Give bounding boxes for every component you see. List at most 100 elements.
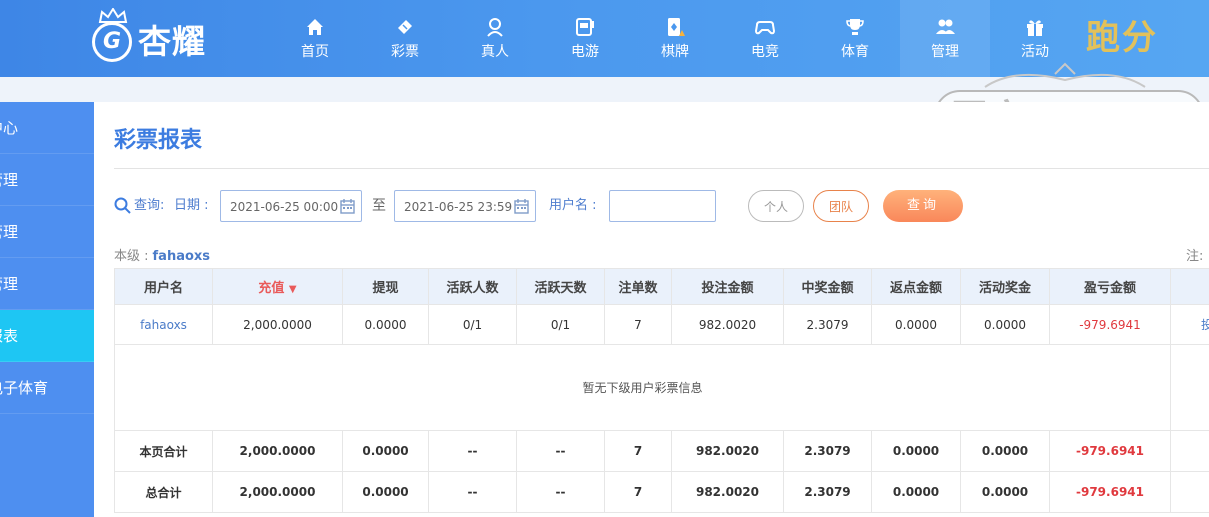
nav-manage-label: 管理 [931, 44, 959, 60]
column-header: 活跃人数 [428, 268, 517, 305]
sidebar-item-label: 管理 [0, 275, 19, 293]
filter-bar: 查询: 日期 : 2021-06-25 00:00 至 2021-06-25 2… [114, 190, 1209, 222]
home-icon [307, 19, 323, 35]
nav-slots-label: 电游 [571, 44, 599, 60]
table-cell: -- [428, 430, 517, 472]
table-cell: -- [516, 471, 605, 513]
sidebar-item-manage-1[interactable]: 管理 [0, 154, 94, 206]
column-header-sortable[interactable]: 充值 ▼ [212, 268, 343, 305]
team-button[interactable]: 团队 [813, 190, 869, 222]
column-header: 提现 [342, 268, 429, 305]
username-label: 用户名 : [549, 198, 597, 213]
column-header [1170, 268, 1209, 305]
cell-username-link[interactable]: fahaoxs [114, 304, 213, 345]
table-cell: 2.3079 [783, 430, 872, 472]
column-header: 注单数 [604, 268, 672, 305]
table-cell [1170, 430, 1209, 472]
table-cell: 0.0000 [871, 430, 961, 472]
nav-live[interactable]: 真人 [450, 0, 540, 77]
dealer-icon [487, 18, 503, 37]
nav-esports-label: 电竞 [751, 44, 779, 60]
username-input[interactable] [609, 190, 716, 222]
table-cell: 2,000.0000 [212, 304, 343, 345]
personal-button[interactable]: 个人 [748, 190, 804, 222]
column-header: 活跃天数 [516, 268, 605, 305]
sidebar-item-manage-2[interactable]: 管理 [0, 206, 94, 258]
page-total-row: 本页合计 2,000.0000 0.0000 -- -- 7 982.0020 … [114, 430, 1209, 472]
table-cell: -- [428, 471, 517, 513]
table-cell: 2,000.0000 [212, 430, 343, 472]
level-user-link[interactable]: fahaoxs [153, 249, 211, 264]
nav-live-label: 真人 [481, 44, 509, 60]
sidebar-item-report[interactable]: 报表 [0, 310, 94, 362]
table-cell: 0/1 [428, 304, 517, 345]
brand-side-mark: 跑分 [1086, 18, 1158, 58]
nav-sports[interactable]: 体育 [810, 0, 900, 77]
table-row: fahaoxs 2,000.0000 0.0000 0/1 0/1 7 982.… [114, 304, 1209, 345]
column-header: 盈亏金额 [1049, 268, 1171, 305]
main-content: 彩票报表 查询: 日期 : 2021-06-25 00:00 至 2021-06… [94, 102, 1209, 517]
nav-sports-label: 体育 [841, 44, 869, 60]
start-date-field[interactable]: 2021-06-25 00:00 [220, 190, 362, 222]
brand-logo[interactable]: G 杏耀 [92, 8, 242, 72]
title-divider [114, 168, 1209, 169]
start-date-value: 2021-06-25 00:00 [230, 200, 339, 214]
table-cell: 0.0000 [960, 471, 1050, 513]
poker-card-icon [668, 18, 685, 36]
empty-state-row: 暂无下级用户彩票信息 [114, 344, 1209, 431]
brand-mark: G [92, 22, 132, 62]
level-info: 本级 : fahaoxs [114, 245, 210, 264]
empty-message: 暂无下级用户彩票信息 [114, 344, 1171, 431]
gamepad-icon [754, 21, 776, 35]
sidebar-item-esports[interactable]: 电子体育 [0, 362, 94, 414]
sidebar-item-center[interactable]: 中心 [0, 102, 94, 154]
level-label: 本级 : [114, 249, 149, 264]
column-header: 投注金额 [671, 268, 784, 305]
table-header-row: 用户名 充值 ▼ 提现 活跃人数 活跃天数 注单数 投注金额 中奖金额 返点金额… [114, 268, 1209, 305]
row-action-link[interactable]: 投 [1170, 304, 1209, 345]
column-header-label: 充值 [258, 281, 285, 296]
users-icon [936, 19, 955, 34]
table-cell: 2.3079 [783, 471, 872, 513]
sidebar-item-manage-3[interactable]: 管理 [0, 258, 94, 310]
page-title: 彩票报表 [114, 128, 203, 153]
calendar-icon [340, 199, 355, 214]
sidebar-item-label: 中心 [0, 119, 19, 137]
table-cell: 2,000.0000 [212, 471, 343, 513]
sidebar-item-label: 报表 [0, 327, 19, 345]
sidebar-item-label: 电子体育 [0, 379, 49, 397]
table-cell [1170, 471, 1209, 513]
end-date-field[interactable]: 2021-06-25 23:59 [394, 190, 536, 222]
table-cell: 0.0000 [871, 304, 961, 345]
table-cell: 7 [604, 430, 672, 472]
table-cell: 0.0000 [342, 430, 429, 472]
table-cell-profit: -979.6941 [1049, 471, 1171, 513]
main-nav: 首页 彩票 真人 电游 棋牌 电竞 体育 管理 活动 [270, 0, 1080, 77]
table-cell: 本页合计 [114, 430, 213, 472]
table-cell: 0.0000 [342, 304, 429, 345]
table-cell-profit: -979.6941 [1049, 430, 1171, 472]
table-cell: 总合计 [114, 471, 213, 513]
trophy-icon [846, 19, 864, 35]
table-cell: 0.0000 [960, 430, 1050, 472]
table-cell: 7 [604, 471, 672, 513]
nav-cards-label: 棋牌 [661, 44, 689, 60]
report-table: 用户名 充值 ▼ 提现 活跃人数 活跃天数 注单数 投注金额 中奖金额 返点金额… [114, 268, 1209, 513]
nav-lottery[interactable]: 彩票 [360, 0, 450, 77]
sidebar-item-label: 管理 [0, 223, 19, 241]
nav-cards[interactable]: 棋牌 [630, 0, 720, 77]
date-label: 日期 : [174, 198, 209, 213]
table-cell: 7 [604, 304, 672, 345]
nav-home[interactable]: 首页 [270, 0, 360, 77]
query-button[interactable]: 查询 [883, 190, 963, 222]
ticket-icon [398, 20, 412, 34]
table-cell: 0/1 [516, 304, 605, 345]
table-cell: 0.0000 [342, 471, 429, 513]
nav-esports[interactable]: 电竞 [720, 0, 810, 77]
column-header: 活动奖金 [960, 268, 1050, 305]
nav-slots[interactable]: 电游 [540, 0, 630, 77]
sidebar-item-label: 管理 [0, 171, 19, 189]
watermark-ornament-icon [984, 62, 1146, 88]
search-icon [114, 197, 131, 214]
calendar-icon [514, 199, 529, 214]
